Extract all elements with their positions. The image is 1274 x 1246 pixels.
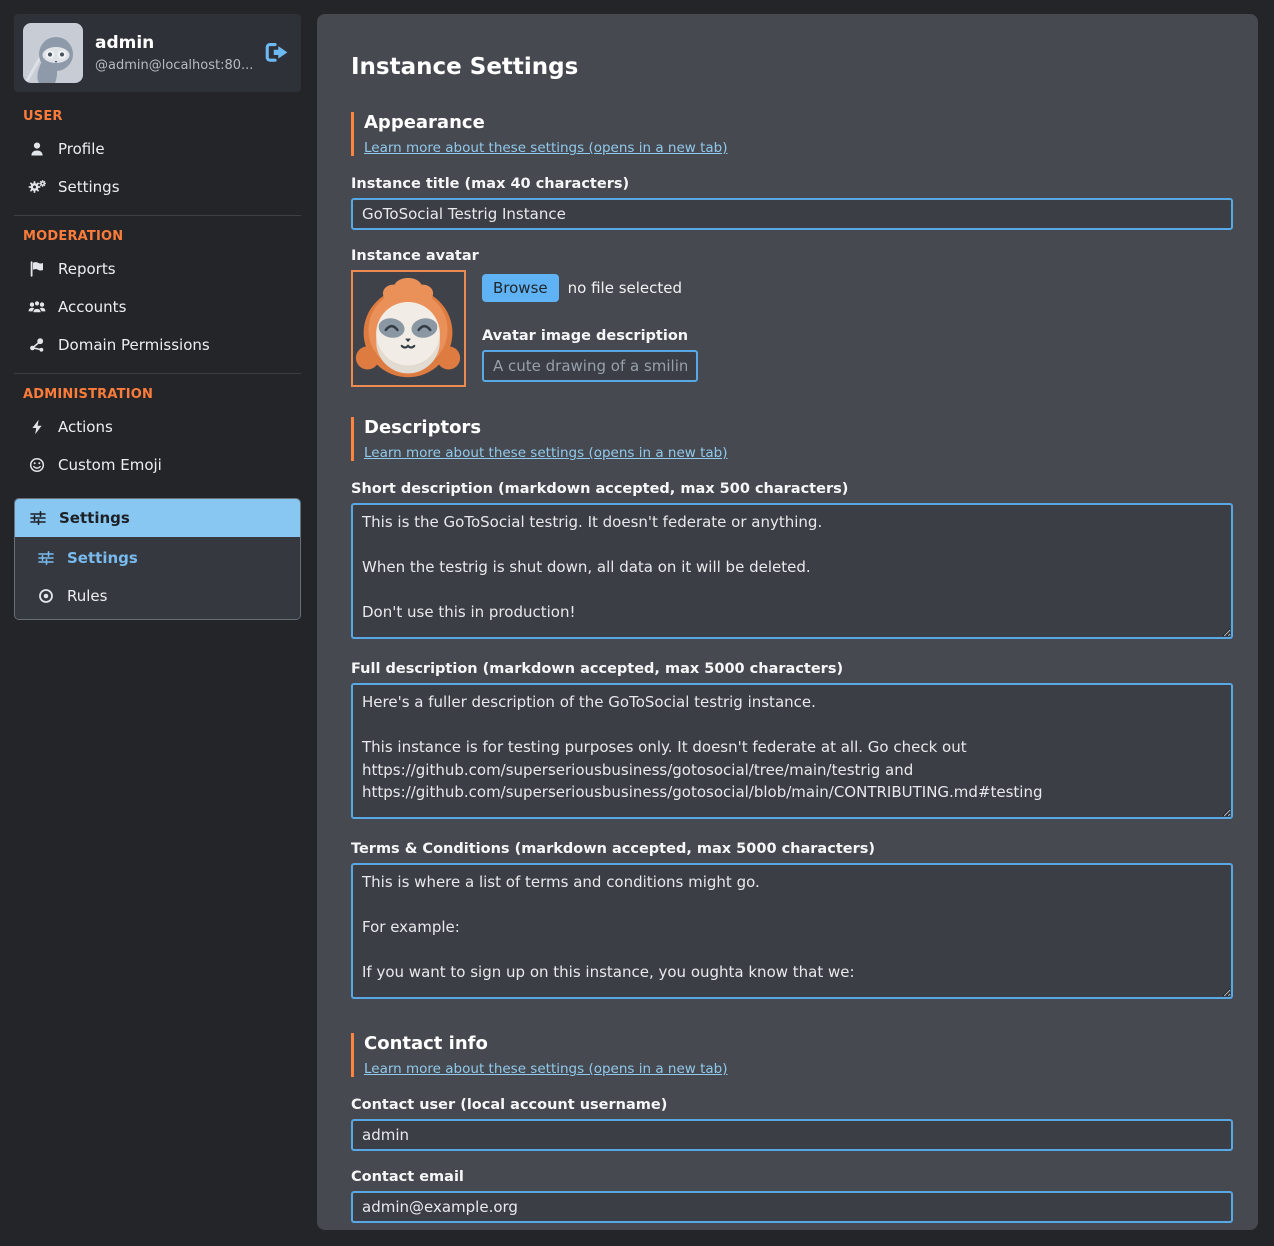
instance-avatar-label: Instance avatar [351,248,1233,264]
sidebar-item-label: Custom Emoji [58,456,162,474]
page-title: Instance Settings [351,54,1233,80]
sidebar-item-custom-emoji[interactable]: Custom Emoji [14,446,301,484]
nav-section-user: USER Profile [14,96,301,206]
sloth-avatar-gray-icon [23,23,83,83]
circle-dot-icon [37,588,55,604]
settings-nav-group: Settings [14,498,301,620]
sidebar-item-domain-permissions[interactable]: Domain Permissions [14,326,301,364]
full-description-label: Full description (markdown accepted, max… [351,661,1233,677]
sidebar-item-actions[interactable]: Actions [14,408,301,446]
user-icon [28,141,46,157]
bolt-icon [28,419,46,435]
appearance-learn-more-link[interactable]: Learn more about these settings (opens i… [364,140,727,156]
contact-email-label: Contact email [351,1169,1233,1185]
sloth-avatar-orange-image [351,270,466,387]
browse-button[interactable]: Browse [482,274,559,302]
nav-category-user: USER [14,96,301,130]
users-icon [28,299,46,315]
instance-title-label: Instance title (max 40 characters) [351,176,1233,192]
sidebar-item-profile[interactable]: Profile [14,130,301,168]
sidebar-item-accounts[interactable]: Accounts [14,288,301,326]
descriptors-learn-more-link[interactable]: Learn more about these settings (opens i… [364,445,727,461]
submenu-item-rules[interactable]: Rules [15,577,300,615]
sidebar-item-user-settings[interactable]: Settings [14,168,301,206]
nav-section-moderation: MODERATION Reports [14,215,301,364]
nav-section-administration: ADMINISTRATION Actions Cu [14,373,301,620]
flag-icon [28,261,46,277]
sliders-icon [37,550,55,566]
settings-submenu: Settings Rules [15,537,300,619]
sign-out-icon[interactable] [264,42,290,64]
sidebar-item-label: Settings [59,509,130,527]
share-nodes-icon [28,337,46,353]
avatar-description-label: Avatar image description [482,328,698,344]
terms-textarea[interactable] [351,863,1233,999]
short-description-label: Short description (markdown accepted, ma… [351,481,1233,497]
nav-category-administration: ADMINISTRATION [14,374,301,408]
submenu-item-label: Settings [67,549,138,567]
descriptors-section-head: Descriptors Learn more about these setti… [351,417,1233,461]
sidebar-item-label: Accounts [58,298,126,316]
sidebar-nav: USER Profile [14,96,301,620]
sidebar-item-reports[interactable]: Reports [14,250,301,288]
file-status-text: no file selected [568,279,682,297]
sidebar-item-label: Actions [58,418,113,436]
contact-heading: Contact info [364,1033,1233,1054]
appearance-heading: Appearance [364,112,1233,133]
terms-label: Terms & Conditions (markdown accepted, m… [351,841,1233,857]
instance-avatar-row: Browse no file selected Avatar image des… [351,270,1233,387]
short-description-textarea[interactable] [351,503,1233,639]
full-description-textarea[interactable] [351,683,1233,819]
sidebar: admin @admin@localhost:80... USER Profil… [14,14,301,620]
instance-title-input[interactable] [351,198,1233,230]
gears-icon [28,179,46,195]
sidebar-item-label: Domain Permissions [58,336,210,354]
app-root: admin @admin@localhost:80... USER Profil… [0,0,1274,1244]
smiley-icon [28,457,46,473]
sidebar-item-label: Reports [58,260,116,278]
submenu-item-settings[interactable]: Settings [15,539,300,577]
user-card[interactable]: admin @admin@localhost:80... [14,14,301,92]
contact-user-input[interactable] [351,1119,1233,1151]
user-meta: admin @admin@localhost:80... [95,33,252,73]
sidebar-item-label: Profile [58,140,105,158]
nav-category-moderation: MODERATION [14,216,301,250]
appearance-section-head: Appearance Learn more about these settin… [351,112,1233,156]
sliders-icon [29,510,47,526]
instance-settings-panel: Instance Settings Appearance Learn more … [317,14,1258,1230]
avatar-description-input[interactable] [482,350,698,382]
avatar-upload-column: Browse no file selected Avatar image des… [482,270,698,387]
sidebar-item-admin-settings[interactable]: Settings [15,499,300,537]
file-picker-row: Browse no file selected [482,274,698,302]
submenu-item-label: Rules [67,587,107,605]
user-handle: @admin@localhost:80... [95,58,252,73]
contact-user-label: Contact user (local account username) [351,1097,1233,1113]
contact-learn-more-link[interactable]: Learn more about these settings (opens i… [364,1061,727,1077]
contact-section-head: Contact info Learn more about these sett… [351,1033,1233,1077]
contact-email-input[interactable] [351,1191,1233,1223]
user-avatar [23,23,83,83]
descriptors-heading: Descriptors [364,417,1233,438]
user-name: admin [95,33,252,53]
sidebar-item-label: Settings [58,178,120,196]
